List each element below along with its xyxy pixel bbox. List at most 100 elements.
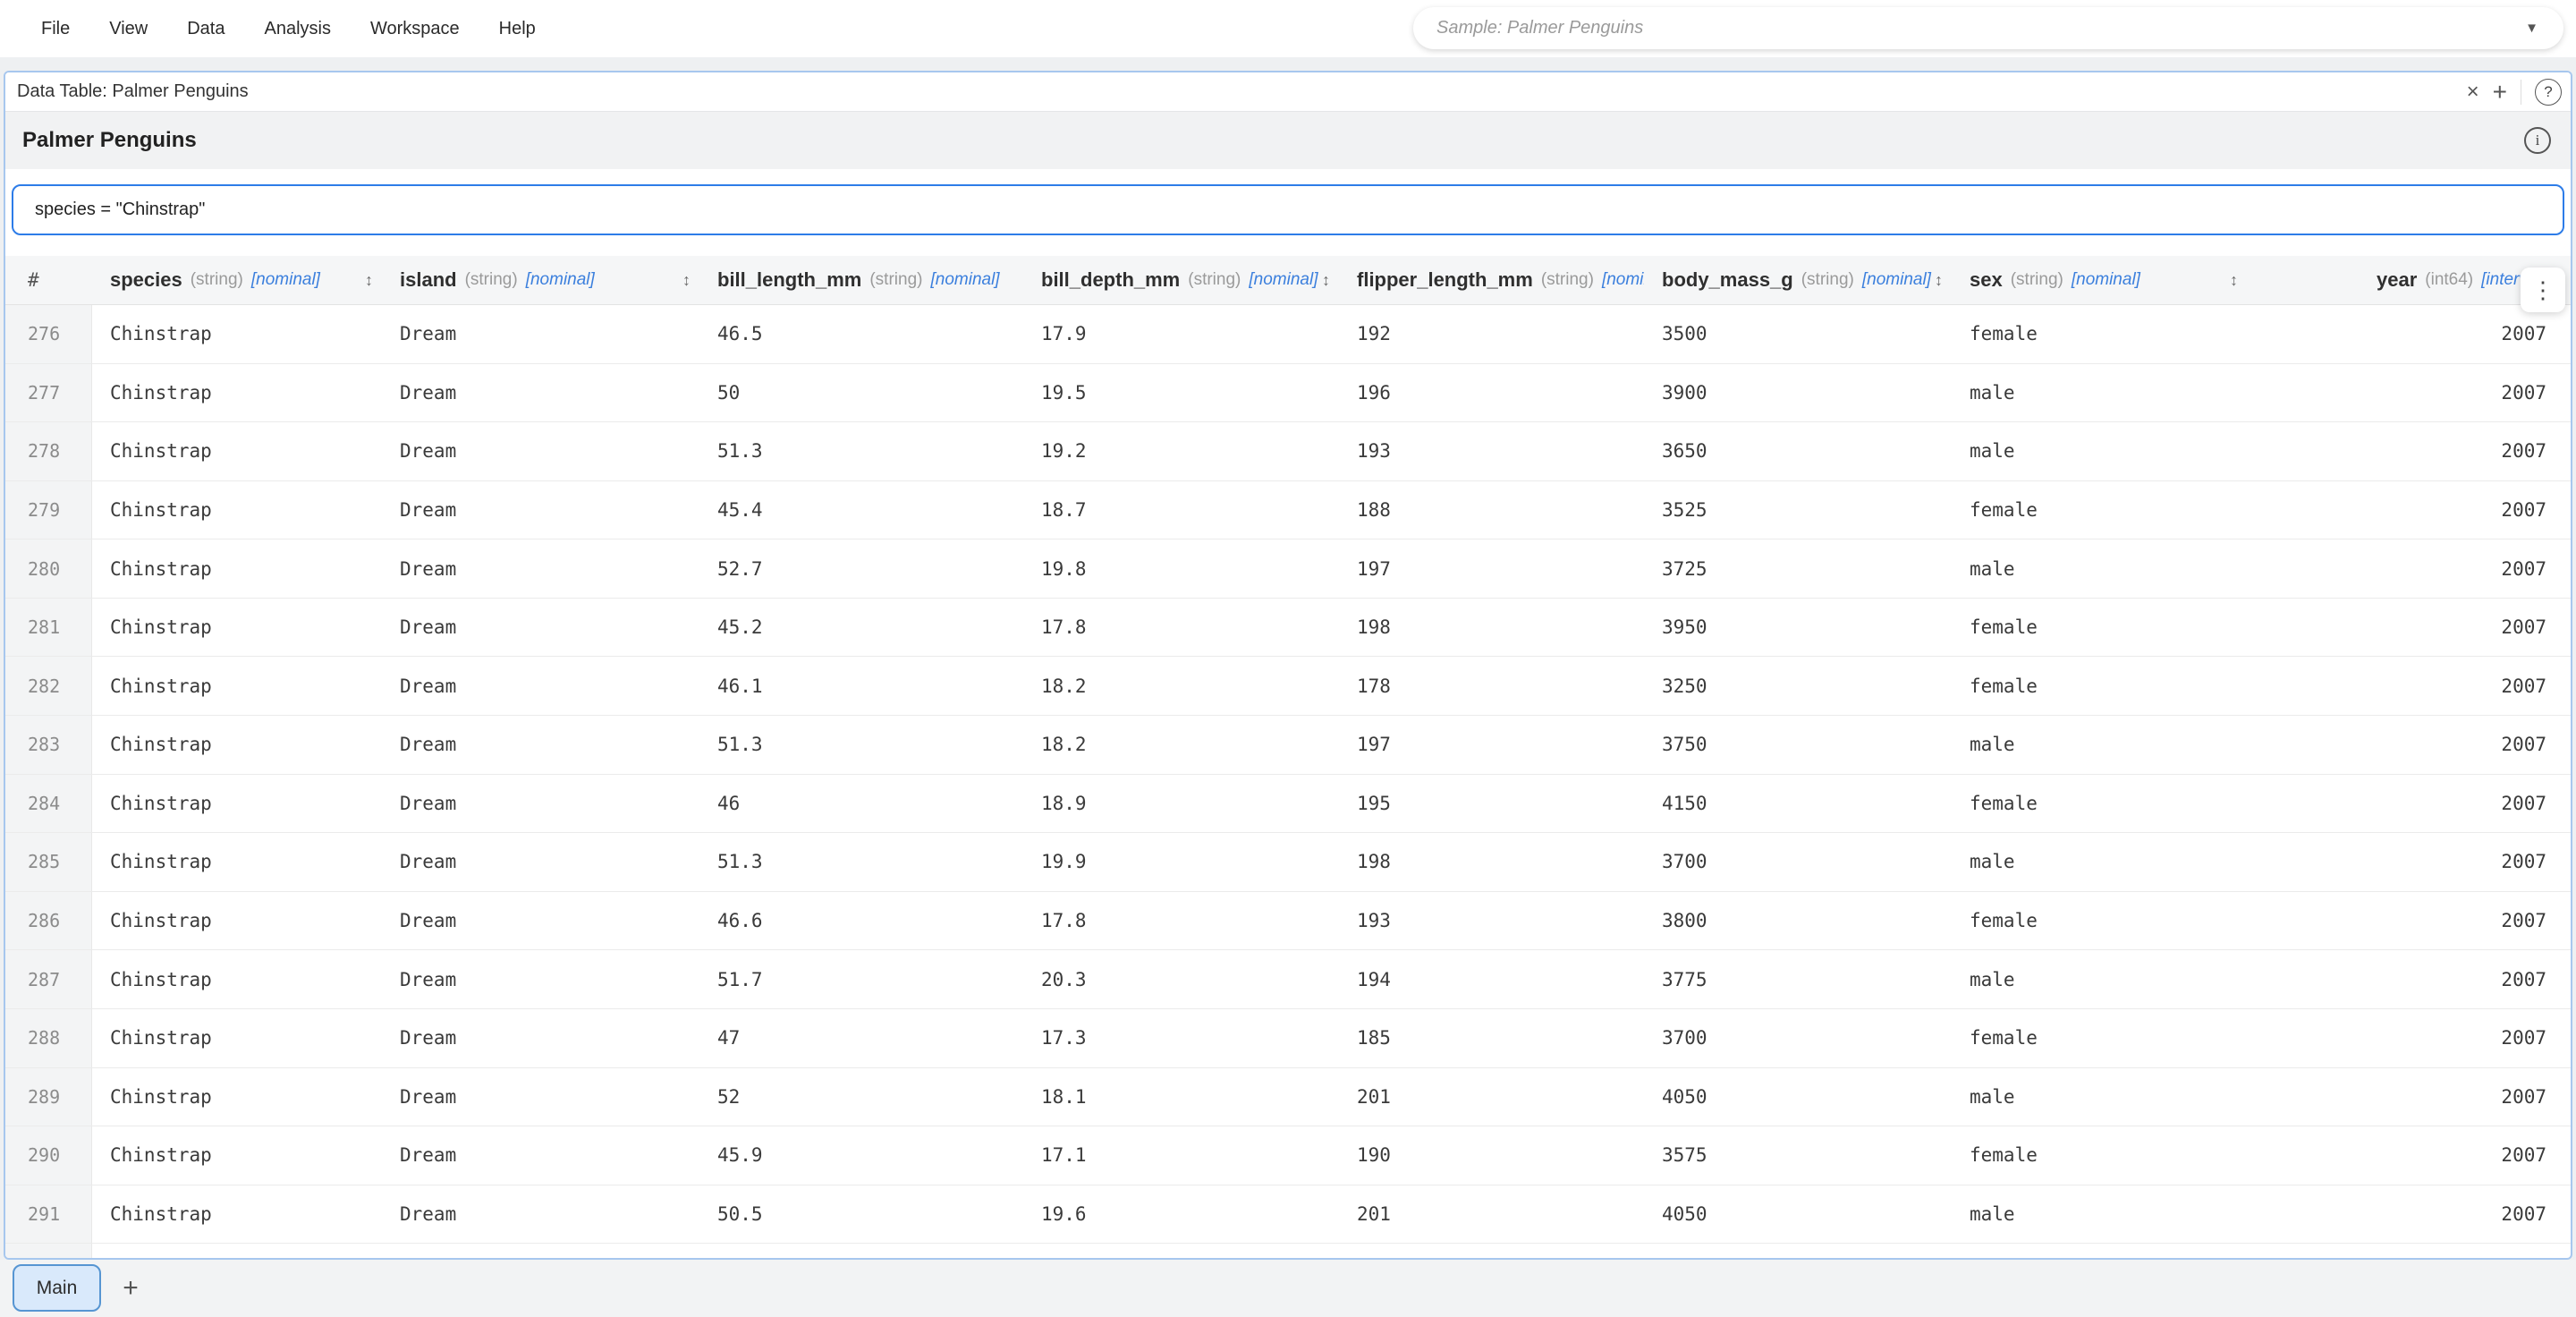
cell-species: Chinstrap — [92, 364, 382, 422]
menu-data[interactable]: Data — [187, 19, 225, 39]
table-row: 291 ChinstrapDream50.519.62014050male200… — [5, 1185, 2571, 1245]
cell-flipper_length_mm: 195 — [1339, 775, 1644, 833]
index-gutter-extension — [5, 1244, 92, 1258]
column-role: [nominal] — [2072, 270, 2140, 290]
cell-sex: female — [1952, 481, 2247, 540]
cell-bill_length_mm: 52 — [699, 1068, 1023, 1126]
filter-expression-input[interactable] — [12, 184, 2564, 235]
cell-body_mass_g: 3525 — [1644, 481, 1952, 540]
add-sheet-button[interactable]: + — [113, 1264, 148, 1312]
cell-bill_length_mm: 50 — [699, 364, 1023, 422]
cell-sex: male — [1952, 540, 2247, 598]
close-icon[interactable]: × — [2467, 81, 2479, 103]
cell-sex: male — [1952, 364, 2247, 422]
column-header[interactable]: bill_depth_mm (string) [nominal] ↕ — [1023, 256, 1339, 304]
cell-flipper_length_mm: 198 — [1339, 833, 1644, 891]
cell-year: 2007 — [2247, 1185, 2570, 1244]
sheet-tab-bar: Main + — [0, 1260, 2576, 1317]
column-name: bill_depth_mm — [1041, 268, 1180, 292]
cell-flipper_length_mm: 197 — [1339, 716, 1644, 774]
dataset-selector[interactable]: Sample: Palmer Penguins ▼ — [1413, 7, 2563, 49]
cell-species: Chinstrap — [92, 833, 382, 891]
cell-year: 2007 — [2247, 1009, 2570, 1067]
cell-island: Dream — [382, 716, 699, 774]
cell-sex: male — [1952, 950, 2247, 1008]
cell-bill_length_mm: 46 — [699, 775, 1023, 833]
table-row: 276 ChinstrapDream46.517.91923500female2… — [5, 305, 2571, 364]
cell-island: Dream — [382, 833, 699, 891]
sort-arrows-icon[interactable]: ↕ — [682, 271, 691, 290]
column-header[interactable]: flipper_length_mm (string) [nominal] — [1339, 256, 1644, 304]
row-index: 287 — [5, 950, 92, 1008]
cell-year: 2007 — [2247, 1126, 2570, 1185]
sort-arrows-icon[interactable]: ↕ — [365, 271, 373, 290]
cell-year: 2007 — [2247, 892, 2570, 950]
cell-body_mass_g: 3775 — [1644, 950, 1952, 1008]
cell-island: Dream — [382, 1185, 699, 1244]
cell-species: Chinstrap — [92, 599, 382, 657]
info-icon[interactable]: i — [2524, 127, 2551, 154]
table-body: 276 ChinstrapDream46.517.91923500female2… — [5, 305, 2571, 1244]
cell-island: Dream — [382, 950, 699, 1008]
cell-year: 2007 — [2247, 775, 2570, 833]
cell-bill_length_mm: 45.2 — [699, 599, 1023, 657]
cell-bill_depth_mm: 19.9 — [1023, 833, 1339, 891]
menu-file[interactable]: File — [41, 19, 70, 39]
cell-species: Chinstrap — [92, 716, 382, 774]
cell-bill_depth_mm: 18.9 — [1023, 775, 1339, 833]
column-name: bill_length_mm — [717, 268, 861, 292]
cell-body_mass_g: 3575 — [1644, 1126, 1952, 1185]
cell-year: 2007 — [2247, 657, 2570, 715]
sort-arrows-icon[interactable]: ↕ — [1935, 271, 1943, 290]
help-icon[interactable]: ? — [2535, 79, 2562, 106]
panel-header: Data Table: Palmer Penguins × + ? — [5, 72, 2571, 112]
cell-sex: male — [1952, 716, 2247, 774]
column-header[interactable]: island (string) [nominal] ↕ — [382, 256, 699, 304]
row-index: 276 — [5, 305, 92, 363]
cell-bill_depth_mm: 19.5 — [1023, 364, 1339, 422]
row-index: 283 — [5, 716, 92, 774]
sort-arrows-icon[interactable]: ↕ — [1322, 271, 1330, 290]
menu-help[interactable]: Help — [499, 19, 536, 39]
cell-bill_depth_mm: 18.2 — [1023, 657, 1339, 715]
index-column-header: # — [5, 256, 92, 304]
column-name: body_mass_g — [1662, 268, 1793, 292]
cell-body_mass_g: 3700 — [1644, 1009, 1952, 1067]
cell-sex: male — [1952, 1068, 2247, 1126]
cell-body_mass_g: 4050 — [1644, 1068, 1952, 1126]
column-type: (string) — [2011, 270, 2063, 290]
menu-workspace[interactable]: Workspace — [370, 19, 460, 39]
column-name: sex — [1970, 268, 2003, 292]
row-index: 289 — [5, 1068, 92, 1126]
cell-flipper_length_mm: 197 — [1339, 540, 1644, 598]
dataset-selector-value: Sample: Palmer Penguins — [1436, 18, 2525, 38]
cell-year: 2007 — [2247, 540, 2570, 598]
table-menu-button[interactable]: ⋮ — [2521, 268, 2565, 312]
tab-main[interactable]: Main — [13, 1264, 101, 1312]
column-header[interactable]: sex (string) [nominal] ↕ — [1952, 256, 2247, 304]
row-index: 281 — [5, 599, 92, 657]
data-table-panel: Data Table: Palmer Penguins × + ? Palmer… — [4, 71, 2572, 1260]
cell-body_mass_g: 3250 — [1644, 657, 1952, 715]
column-header[interactable]: body_mass_g (string) [nominal] ↕ — [1644, 256, 1952, 304]
add-panel-icon[interactable]: + — [2493, 80, 2507, 105]
menu-analysis[interactable]: Analysis — [264, 19, 330, 39]
cell-bill_depth_mm: 17.8 — [1023, 599, 1339, 657]
table-row: 285 ChinstrapDream51.319.91983700male200… — [5, 833, 2571, 892]
row-index: 277 — [5, 364, 92, 422]
column-header[interactable]: bill_length_mm (string) [nominal] — [699, 256, 1023, 304]
cell-bill_length_mm: 47 — [699, 1009, 1023, 1067]
cell-island: Dream — [382, 657, 699, 715]
cell-species: Chinstrap — [92, 657, 382, 715]
column-header[interactable]: species (string) [nominal] ↕ — [92, 256, 382, 304]
menu-view[interactable]: View — [109, 19, 148, 39]
cell-bill_depth_mm: 18.2 — [1023, 716, 1339, 774]
table-row: 283 ChinstrapDream51.318.21973750male200… — [5, 716, 2571, 775]
row-index: 282 — [5, 657, 92, 715]
cell-flipper_length_mm: 194 — [1339, 950, 1644, 1008]
sort-arrows-icon[interactable]: ↕ — [2230, 271, 2238, 290]
cell-island: Dream — [382, 422, 699, 480]
cell-island: Dream — [382, 892, 699, 950]
table-row: 277 ChinstrapDream5019.51963900male2007 — [5, 364, 2571, 423]
cell-body_mass_g: 3650 — [1644, 422, 1952, 480]
